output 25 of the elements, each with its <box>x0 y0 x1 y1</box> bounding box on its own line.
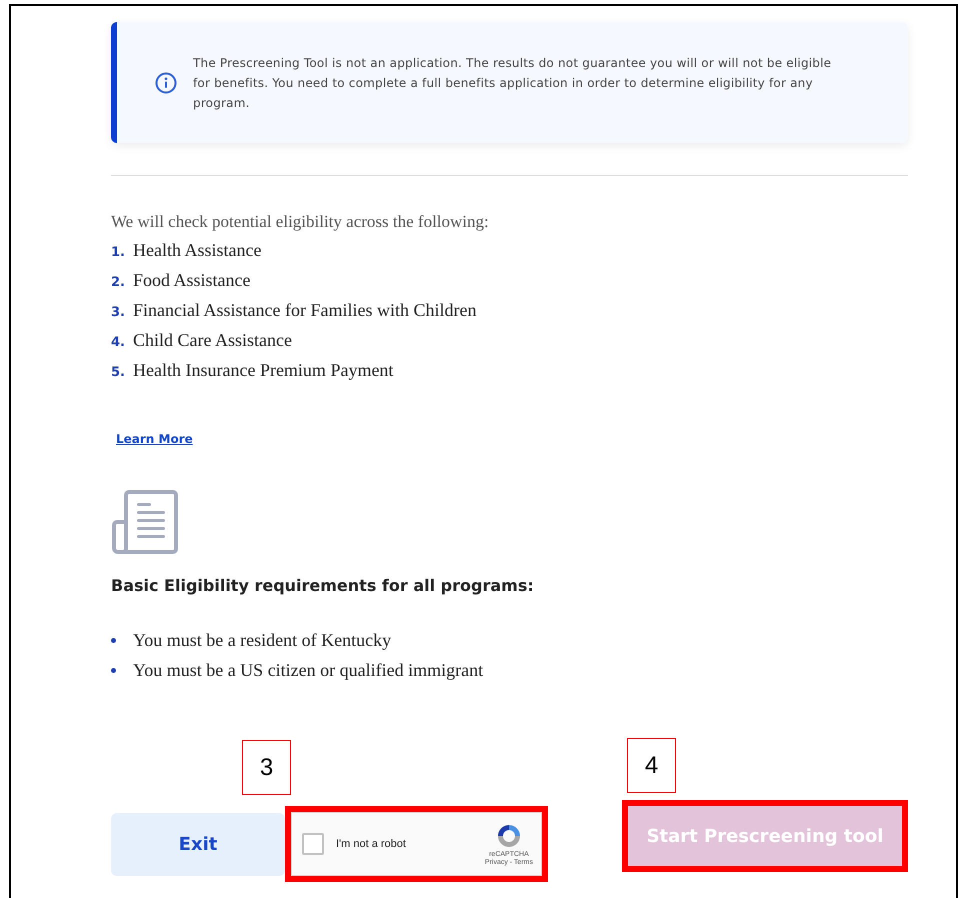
exit-button[interactable]: Exit <box>111 812 285 876</box>
program-name: Health Insurance Premium Payment <box>133 360 394 381</box>
document-icon <box>111 489 179 556</box>
bullet-icon <box>111 638 116 642</box>
list-number: 1. <box>111 245 126 260</box>
captcha-checkbox[interactable] <box>302 833 324 855</box>
learn-more-link[interactable]: Learn More <box>116 432 193 446</box>
annotation-number: 3 <box>242 740 291 795</box>
program-name: Food Assistance <box>133 270 251 291</box>
notice-text: The Prescreening Tool is not an application. The results do not guarantee you will or will not be eligible for benefits. You need to complete a full benefits application in order to determine eligibility for any program. <box>193 54 832 112</box>
list-number: 5. <box>111 365 126 380</box>
requirements-heading: Basic Eligibility requirements for all programs: <box>111 576 535 595</box>
program-name: Child Care Assistance <box>133 330 292 351</box>
requirement-text: You must be a resident of Kentucky <box>133 630 392 650</box>
list-number: 3. <box>111 305 126 320</box>
captcha-label: I'm not a robot <box>336 838 407 850</box>
program-name: Health Assistance <box>133 240 262 261</box>
requirement-text: You must be a US citizen or qualified immigrant <box>133 660 484 680</box>
annotation-number: 4 <box>627 738 676 793</box>
list-number: 2. <box>111 275 126 290</box>
program-name: Financial Assistance for Families with Children <box>133 300 476 321</box>
list-number: 4. <box>111 335 126 350</box>
bullet-icon <box>111 668 116 672</box>
intro-text: We will check potential eligibility across the following: <box>111 212 490 232</box>
info-icon <box>155 72 177 94</box>
